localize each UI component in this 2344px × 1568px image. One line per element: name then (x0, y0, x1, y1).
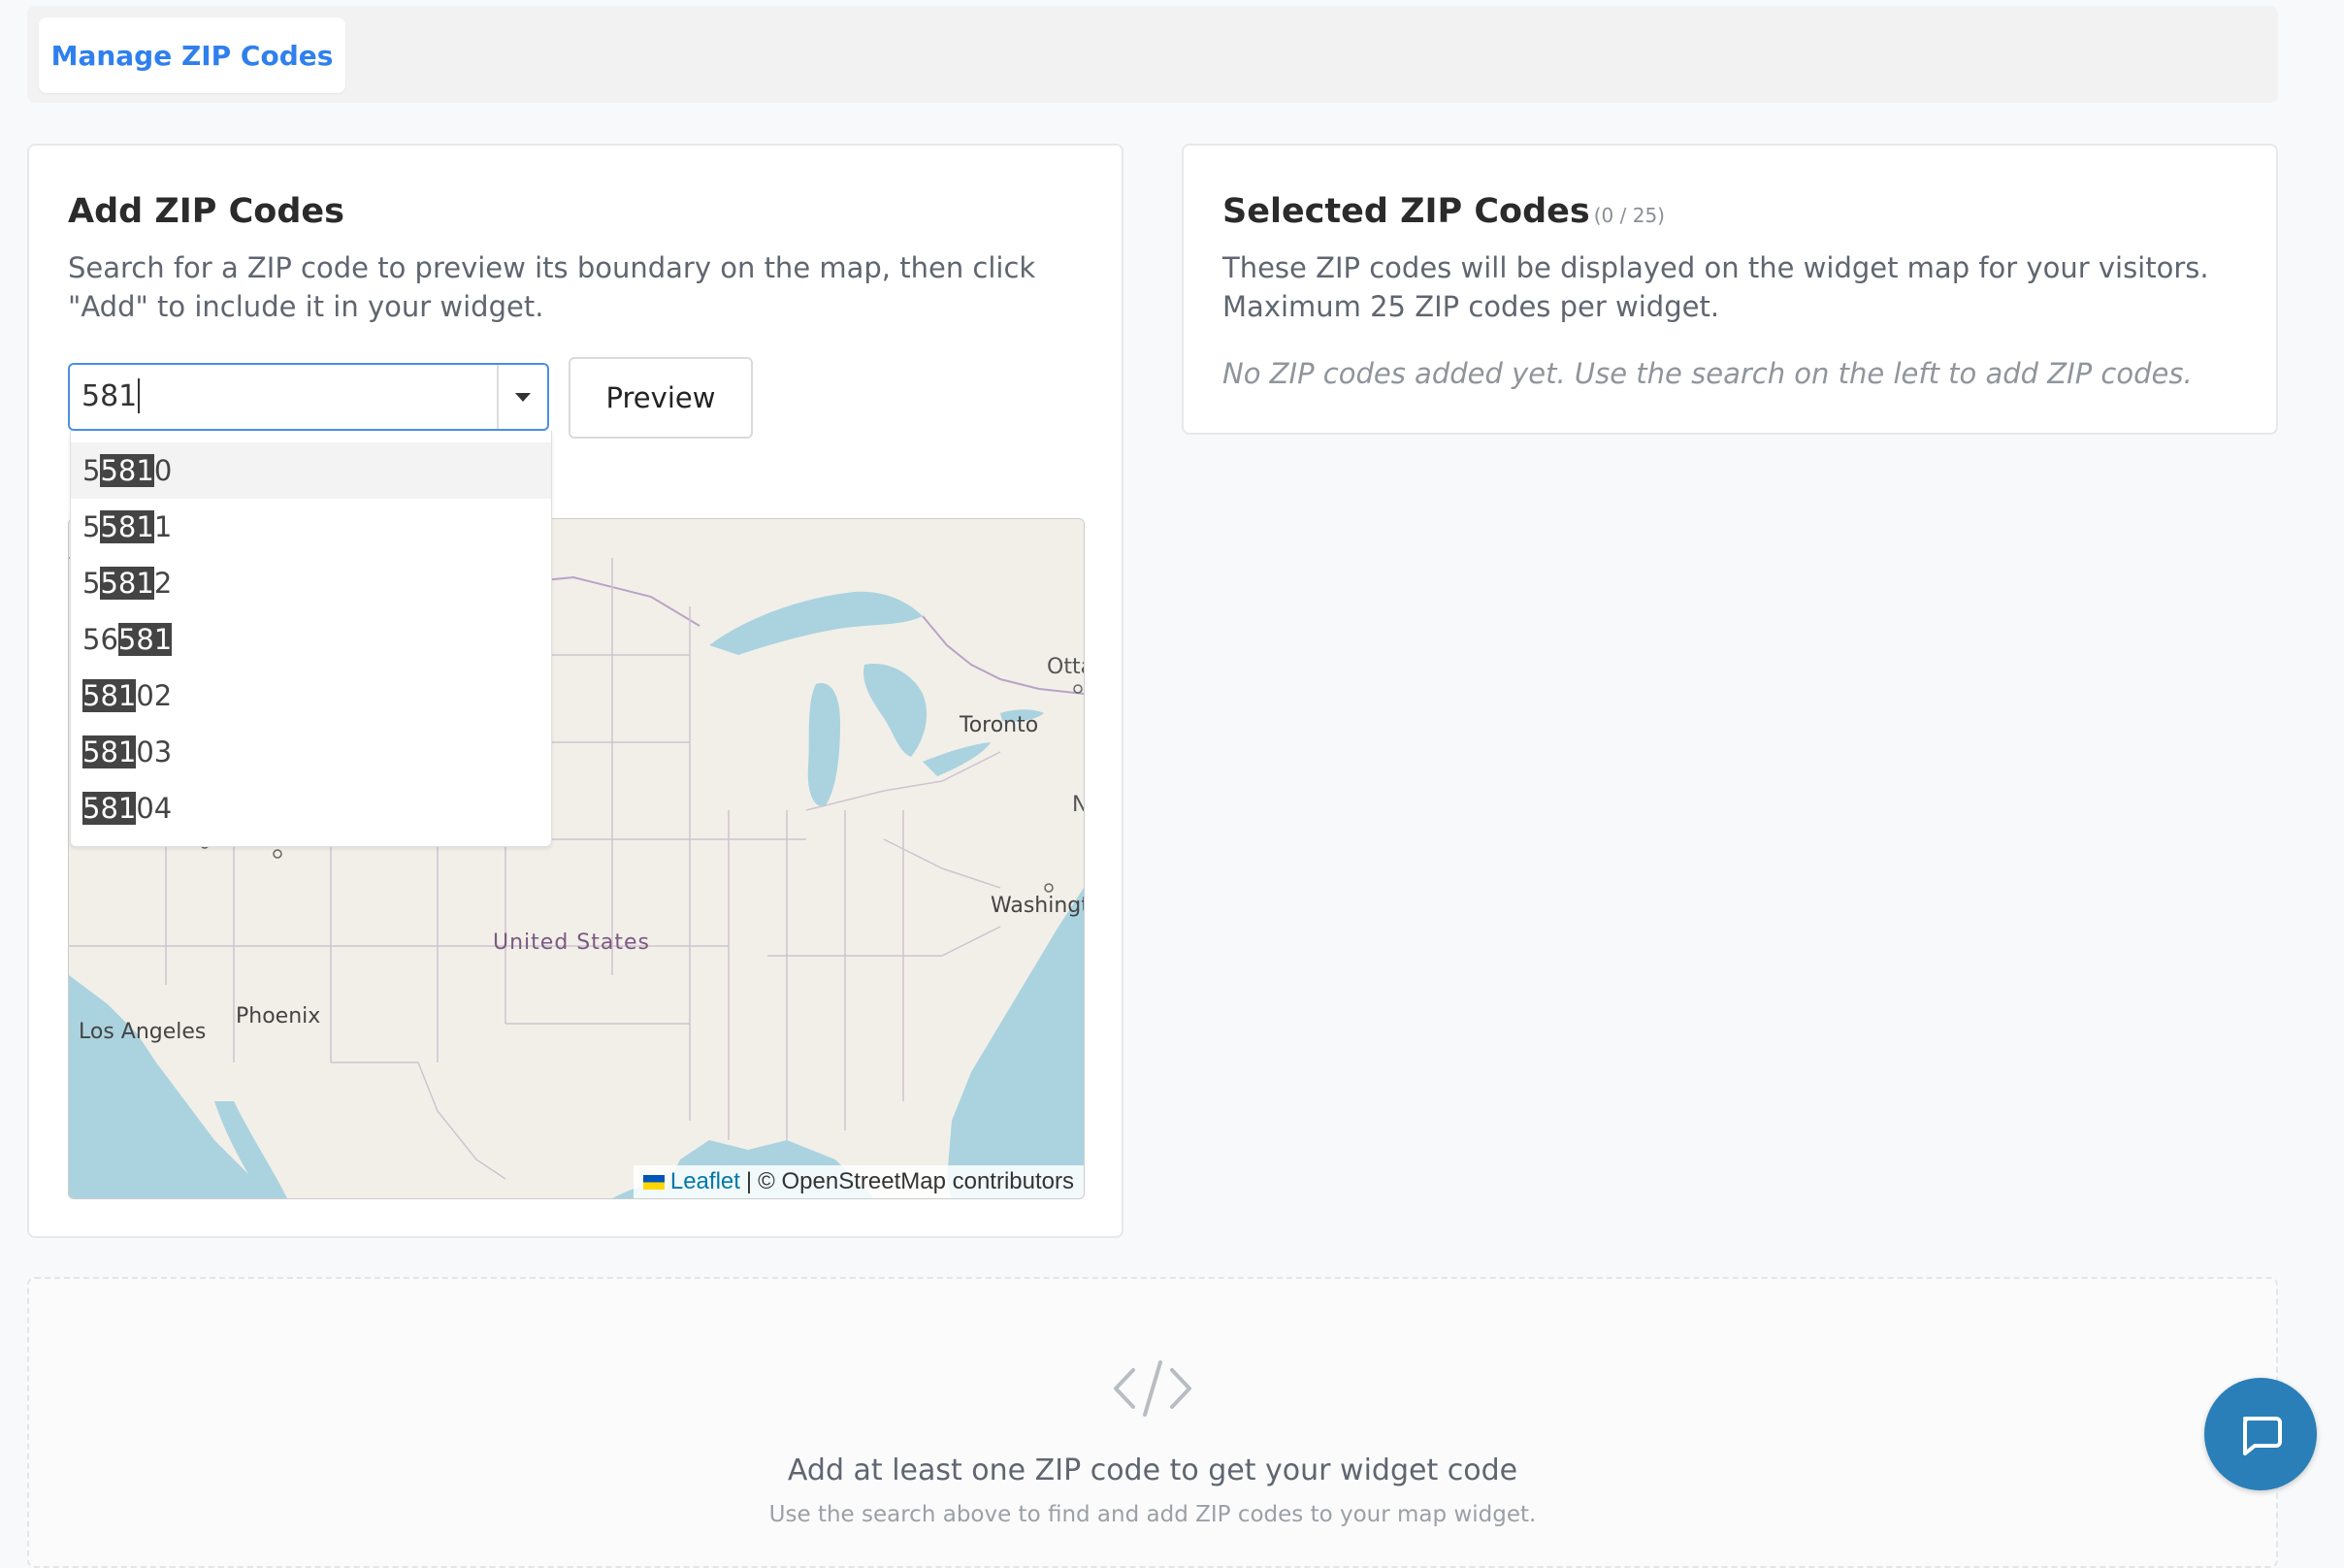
map-attribution: Leaflet | © OpenStreetMap contributors (633, 1165, 1084, 1198)
empty-state-message: No ZIP codes added yet. Use the search o… (1222, 357, 2193, 390)
text-cursor (138, 377, 141, 413)
suggestion-item[interactable]: 55812 (71, 555, 551, 611)
map-label-los-angeles: Los Angeles (79, 1020, 207, 1044)
leaflet-link[interactable]: Leaflet (670, 1168, 740, 1195)
chat-icon (2243, 1417, 2282, 1455)
widget-code-placeholder: Add at least one ZIP code to get your wi… (27, 1277, 2278, 1568)
chevron-down-icon (515, 392, 531, 402)
zip-suggestions-dropdown: 55810 55811 55812 56581 58102 58103 5810… (70, 431, 552, 847)
widget-code-title: Add at least one ZIP code to get your wi… (787, 1454, 1518, 1487)
code-icon (1114, 1360, 1191, 1417)
selected-zip-codes-title: Selected ZIP Codes (0 / 25) (1222, 192, 1665, 231)
selected-zip-codes-description: These ZIP codes will be displayed on the… (1222, 251, 2209, 323)
map-label-new-york: N (1072, 793, 1084, 817)
suggestion-item[interactable]: 56581 (71, 611, 551, 668)
suggestion-item[interactable]: 58103 (71, 724, 551, 780)
attribution-separator: | (745, 1168, 753, 1194)
dropdown-toggle-button[interactable] (497, 365, 547, 429)
selected-count: (0 / 25) (1593, 204, 1665, 227)
map-label-ottawa: Otta (1047, 655, 1084, 679)
add-zip-codes-description: Search for a ZIP code to preview its bou… (68, 251, 1036, 323)
suggestion-item[interactable]: 55811 (71, 499, 551, 555)
map-label-united-states: United States (493, 931, 650, 955)
add-zip-codes-title: Add ZIP Codes (68, 192, 344, 231)
suggestion-item[interactable]: 58102 (71, 668, 551, 724)
ukraine-flag-icon (642, 1174, 665, 1190)
tab-manage-zip-codes[interactable]: Manage ZIP Codes (39, 17, 345, 93)
suggestion-item[interactable]: 58104 (71, 780, 551, 836)
osm-attribution-text: © OpenStreetMap contributors (758, 1168, 1074, 1194)
selected-zip-codes-card: Selected ZIP Codes (0 / 25) These ZIP cod… (1182, 144, 2278, 435)
zip-search-value: 581 (81, 379, 138, 413)
preview-button[interactable]: Preview (569, 357, 753, 439)
chat-button[interactable] (2204, 1378, 2317, 1490)
zip-search-input[interactable]: 581 (81, 365, 141, 429)
map-label-washington: Washingt (991, 894, 1085, 918)
suggestion-item[interactable]: 55810 (71, 442, 551, 499)
map-label-toronto: Toronto (960, 713, 1039, 737)
map-label-phoenix: Phoenix (236, 1004, 321, 1029)
zip-search-combobox[interactable]: 581 (68, 363, 549, 431)
tab-bar: Manage ZIP Codes (27, 6, 2278, 103)
widget-code-subtitle: Use the search above to find and add ZIP… (768, 1502, 1537, 1527)
